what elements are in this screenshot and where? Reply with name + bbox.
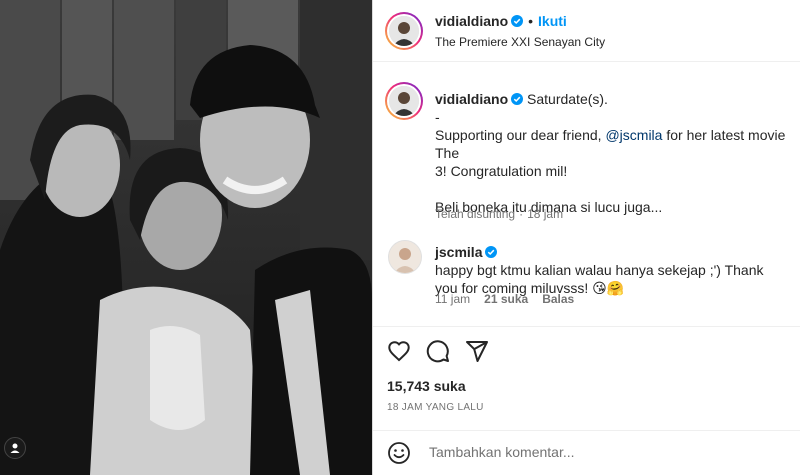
caption-para1-before: Supporting our dear friend, — [435, 127, 606, 143]
post-photo[interactable] — [0, 0, 372, 475]
reply-username[interactable]: jscmila — [435, 244, 482, 260]
reply-time[interactable]: 11 jam — [435, 292, 470, 306]
edited-label: Telah disunting — [435, 207, 516, 221]
reply-author-avatar[interactable] — [388, 240, 422, 274]
post-side-panel: vidialdiano • Ikuti The Premiere XXI Senay… — [372, 0, 800, 475]
comment-icon[interactable] — [426, 339, 450, 363]
caption-username[interactable]: vidialdiano — [435, 91, 508, 107]
mention-link[interactable]: @jscmila — [605, 127, 662, 143]
avatar-image — [389, 241, 421, 273]
location-link[interactable]: The Premiere XXI Senayan City — [435, 35, 605, 49]
caption-para1-line2: 3! Congratulation mil! — [435, 163, 568, 179]
person-icon — [10, 443, 20, 453]
action-bar — [373, 326, 800, 372]
verified-badge-icon — [485, 246, 498, 258]
reply-line1: happy bgt ktmu kalian walau hanya sekeja… — [435, 262, 764, 278]
author-username[interactable]: vidialdiano — [435, 13, 508, 29]
reply-meta: 11 jam 21 suka Balas — [435, 292, 588, 306]
heart-icon[interactable] — [387, 339, 411, 363]
caption-text: vidialdiano Saturdate(s). - Supporting o… — [435, 90, 800, 216]
tag-people-button[interactable] — [4, 437, 26, 459]
caption-dash: - — [435, 109, 440, 125]
caption-author-avatar[interactable] — [385, 82, 423, 120]
header-dot: • — [528, 13, 534, 29]
likes-count[interactable]: 15,743 suka — [387, 378, 466, 394]
caption-first-line: Saturdate(s). — [527, 91, 608, 107]
follow-button[interactable]: Ikuti — [538, 13, 567, 29]
emoji-icon[interactable] — [387, 441, 411, 465]
reply-likes[interactable]: 21 suka — [484, 292, 528, 306]
photo-image — [0, 0, 372, 475]
caption-time[interactable]: 18 jam — [527, 207, 563, 221]
reply-button[interactable]: Balas — [542, 292, 574, 306]
add-comment-bar — [373, 430, 800, 475]
verified-badge-icon — [511, 93, 524, 105]
post-header: vidialdiano • Ikuti The Premiere XXI Senay… — [373, 0, 800, 62]
caption-meta: Telah disunting · 18 jam — [435, 207, 577, 221]
avatar-image — [389, 16, 419, 46]
verified-badge-icon — [511, 15, 524, 27]
meta-sep: · — [519, 207, 524, 221]
post-time-ago: 18 JAM YANG LALU — [387, 402, 484, 413]
reply-text: jscmila happy bgt ktmu kalian walau hany… — [435, 243, 800, 297]
author-avatar[interactable] — [385, 12, 423, 50]
share-icon[interactable] — [465, 339, 489, 363]
header-line: vidialdiano • Ikuti — [435, 13, 567, 29]
avatar-image — [389, 86, 419, 116]
comment-input[interactable] — [427, 443, 791, 461]
